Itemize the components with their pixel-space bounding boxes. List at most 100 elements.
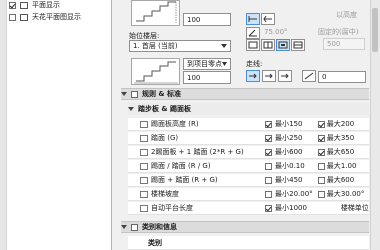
min-value[interactable]: 250	[289, 134, 315, 142]
stair-section-icon	[134, 61, 178, 84]
table-row[interactable]: 踢面 / 踏面 (R / G) 最小 0.10 最大 1.00	[128, 160, 369, 173]
category-row[interactable]: 类别	[128, 236, 369, 250]
max-label: 最大	[326, 162, 341, 170]
max-checkbox[interactable]	[317, 190, 325, 198]
min-checkbox[interactable]	[264, 134, 272, 142]
ceiling-plan-checkbox[interactable]	[9, 13, 16, 21]
min-value[interactable]: 450	[289, 176, 315, 184]
min-value[interactable]: 150	[289, 120, 315, 128]
stair-preview-bottom	[131, 58, 180, 85]
section-category-header[interactable]: 类别和信息	[121, 221, 369, 233]
walking-line-value: 0	[322, 73, 327, 81]
max-checkbox[interactable]	[317, 148, 325, 156]
offset-reference-select[interactable]: 到项目零点	[183, 58, 231, 70]
flight-type-3-button[interactable]	[276, 39, 290, 51]
link-icon	[263, 15, 272, 23]
min-checkbox[interactable]	[264, 162, 272, 170]
home-story-select[interactable]: 1. 首层 (当前)	[129, 40, 231, 52]
min-value[interactable]: 20.00°	[289, 190, 315, 198]
row-name: 踢面板高度 (R)	[151, 120, 199, 128]
min-value[interactable]: 0.10	[289, 162, 315, 170]
flight-type-4-button[interactable]	[291, 39, 305, 51]
rule-icon	[140, 134, 148, 142]
tree-item-floor-plan[interactable]: 平面显示	[9, 0, 60, 10]
min-label: 最小	[275, 120, 290, 128]
angle-value: 75.00°	[264, 28, 288, 36]
fixed-label: 固定的(腐中)	[318, 28, 359, 36]
rule-icon	[140, 120, 148, 128]
ceiling-plan-icon	[20, 13, 28, 21]
min-checkbox[interactable]	[264, 204, 272, 212]
angle-icon	[248, 29, 257, 37]
floor-plan-checkbox[interactable]	[9, 1, 16, 9]
home-story-value: 1. 首层 (当前)	[133, 42, 178, 50]
row-name: 2踢面板 + 1 踏面 (2*R + G)	[151, 148, 244, 156]
min-label: 最小	[275, 162, 290, 170]
max-checkbox[interactable]	[317, 134, 325, 142]
stair-illustration-icon	[136, 1, 177, 23]
max-checkbox[interactable]	[317, 120, 325, 128]
min-checkbox[interactable]	[264, 190, 272, 198]
section-stairs-header[interactable]: 踏步板 & 踢面板	[128, 103, 369, 115]
max-value[interactable]: 650	[341, 148, 369, 156]
height-mode-alt-button[interactable]	[261, 13, 275, 25]
table-row[interactable]: 踏面 (G) 最小 250 最大 350	[128, 132, 369, 145]
max-value[interactable]: 30.00°	[341, 190, 369, 198]
stair-preview-top	[131, 0, 180, 26]
min-value[interactable]: 600	[289, 148, 315, 156]
height-mode-icon	[248, 16, 257, 22]
table-row[interactable]: 2踢面板 + 1 踏面 (2*R + G) 最小 600 最大 650	[128, 146, 369, 159]
walking-line-center-button[interactable]	[262, 70, 276, 82]
max-label: 最大	[326, 134, 341, 142]
walking-line-offset-button[interactable]	[302, 70, 316, 82]
angle-toggle-button[interactable]	[246, 27, 260, 39]
lower-height-value: 100	[187, 73, 201, 82]
min-checkbox[interactable]	[264, 148, 272, 156]
tree-item-label: 天花平面图显示	[32, 13, 81, 21]
table-row[interactable]: 踢面板高度 (R) 最小 150 最大 200	[128, 118, 369, 131]
section-stairs-title: 踏步板 & 踢面板	[138, 105, 191, 113]
rule-icon	[140, 176, 148, 184]
min-label: 最小	[275, 148, 290, 156]
section-rules-header[interactable]: 规则 & 标准	[121, 88, 369, 100]
offset-icon	[304, 72, 314, 80]
min-value[interactable]: 1000	[289, 204, 315, 212]
row-name: 踏面 (G)	[151, 134, 179, 142]
row-name: 踢面 / 踏面 (R / G)	[151, 162, 211, 170]
height-mode-button[interactable]	[246, 13, 260, 25]
max-checkbox[interactable]	[317, 176, 325, 184]
max-value[interactable]: 1.00	[341, 162, 369, 170]
min-label: 最小	[275, 176, 290, 184]
flight-type-1-button[interactable]	[246, 39, 260, 51]
tree-item-label: 平面显示	[32, 1, 60, 9]
tree-item-ceiling-plan[interactable]: 天花平面图显示	[9, 12, 81, 22]
max-value[interactable]: 600	[341, 176, 369, 184]
table-row[interactable]: 自动平台长度 最小 1000 楼梯单位	[128, 202, 369, 215]
min-checkbox[interactable]	[264, 176, 272, 184]
scrollbar-thumb[interactable]	[372, 8, 378, 52]
upper-height-field[interactable]: 100	[183, 13, 231, 26]
collapse-icon	[128, 107, 134, 111]
fixed-value: 500	[327, 40, 341, 48]
rule-icon	[140, 190, 148, 198]
min-label: 最小	[275, 204, 290, 212]
lower-height-field[interactable]: 100	[183, 71, 231, 84]
row-name: 自动平台长度	[151, 204, 193, 212]
table-row[interactable]: 踢面 + 踏面 (R + G) 最小 450 最大 600	[128, 174, 369, 187]
walking-line-right-button[interactable]	[278, 70, 292, 82]
max-value[interactable]: 350	[341, 134, 369, 142]
max-label: 最大	[326, 148, 341, 156]
max-value[interactable]: 200	[341, 120, 369, 128]
walking-line-left-button[interactable]	[246, 70, 260, 82]
min-checkbox[interactable]	[264, 120, 272, 128]
arrow-right-icon	[249, 73, 257, 79]
chevron-down-icon	[222, 62, 227, 66]
offset-label: 到项目零点	[187, 60, 222, 68]
flight-type-2-button[interactable]	[261, 39, 275, 51]
walking-line-offset-field[interactable]: 0	[318, 71, 366, 83]
max-checkbox[interactable]	[317, 162, 325, 170]
fixed-value-field[interactable]: 500	[323, 38, 365, 50]
arrow-center-icon	[265, 73, 273, 79]
table-row[interactable]: 楼梯坡度 最小 20.00° 最大 30.00°	[128, 188, 369, 201]
chevron-down-icon	[221, 44, 227, 48]
